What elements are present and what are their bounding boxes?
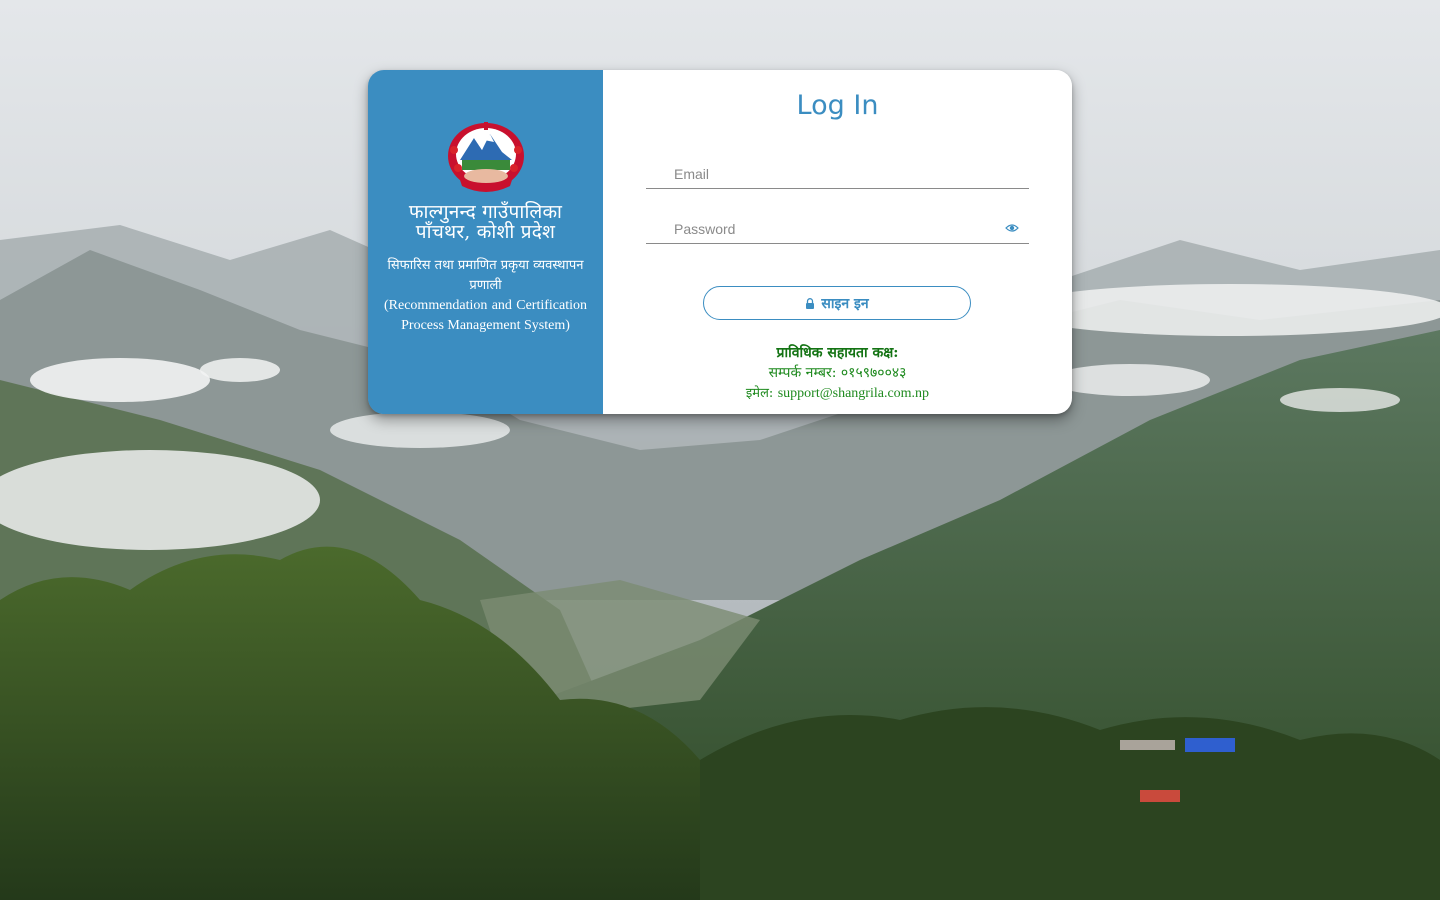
password-input[interactable] <box>674 217 994 241</box>
org-panel: फाल्गुनन्द गाउँपालिका पाँचथर, कोशी प्रदे… <box>368 70 603 414</box>
login-card: फाल्गुनन्द गाउँपालिका पाँचथर, कोशी प्रदे… <box>368 70 1072 414</box>
support-email-row: इमेल: support@shangrila.com.np <box>603 383 1072 404</box>
page-title: Log In <box>796 90 879 121</box>
support-info: प्राविधिक सहायता कक्ष: सम्पर्क नम्बर: ०१… <box>603 343 1072 404</box>
support-phone: सम्पर्क नम्बर: ०१५९७००४३ <box>768 365 907 381</box>
system-name-nepali: सिफारिस तथा प्रमाणित प्रकृया व्यवस्थापन … <box>387 258 584 293</box>
password-field-wrapper <box>646 215 1029 244</box>
org-name-line1: फाल्गुनन्द गाउँपालिका <box>408 201 563 223</box>
nepal-emblem-icon <box>447 122 524 192</box>
signin-label: साइन इन <box>821 295 869 312</box>
eye-icon[interactable] <box>1005 221 1019 235</box>
email-input[interactable] <box>674 162 994 186</box>
support-email-label: इमेल: <box>745 386 774 401</box>
login-form-panel: Log In साइन इन प्राविधिक सहायता कक्ष: सम… <box>603 70 1072 414</box>
system-name-english: (Recommendation and Certification Proces… <box>384 298 587 333</box>
lock-icon <box>806 297 815 309</box>
org-name-line2: पाँचथर, कोशी प्रदेश <box>415 221 556 243</box>
signin-button[interactable]: साइन इन <box>703 286 971 320</box>
support-heading: प्राविधिक सहायता कक्ष: <box>776 345 899 361</box>
support-email-link[interactable]: support@shangrila.com.np <box>778 386 929 401</box>
system-description: सिफारिस तथा प्रमाणित प्रकृया व्यवस्थापन … <box>384 256 587 336</box>
org-name: फाल्गुनन्द गाउँपालिका पाँचथर, कोशी प्रदे… <box>378 202 593 242</box>
email-field-wrapper <box>646 160 1029 189</box>
